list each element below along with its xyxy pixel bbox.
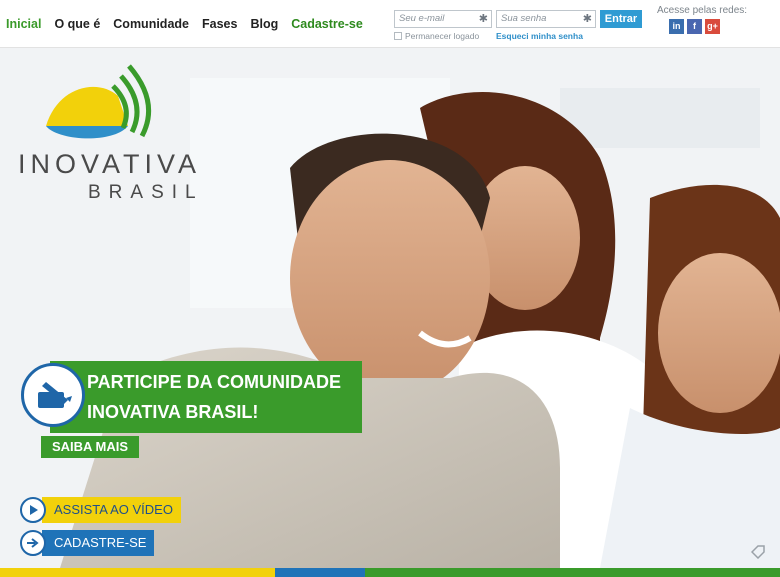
required-icon: ✱ [478,13,488,25]
watch-video-button[interactable]: ASSISTA AO VÍDEO [20,496,181,524]
main-nav: Inicial O que é Comunidade Fases Blog Ca… [6,17,363,31]
google-plus-icon[interactable]: g+ [705,19,720,34]
social-icons: in f g+ [669,19,720,34]
watch-video-label: ASSISTA AO VÍDEO [42,497,181,523]
linkedin-icon[interactable]: in [669,19,684,34]
community-banner[interactable]: PARTICIPE DA COMUNIDADE INOVATIVA BRASIL… [50,361,362,433]
remember-checkbox[interactable] [394,32,402,40]
password-field[interactable]: Sua senha ✱ [496,10,596,28]
logo-wordmark: INOVATIVA [18,149,202,179]
banner-text: PARTICIPE DA COMUNIDADE INOVATIVA BRASIL… [87,367,341,427]
banner-line-2: INOVATIVA BRASIL! [87,402,259,422]
pen-icon [21,363,85,427]
nav-item-fases[interactable]: Fases [202,17,237,31]
banner-line-1: PARTICIPE DA COMUNIDADE [87,372,342,392]
remember-label: Permanecer logado [405,31,480,41]
stripe-blue [275,568,365,577]
stripe-green [365,568,780,577]
tag-icon [751,545,765,559]
logo-subtitle: BRASIL [88,182,204,203]
saiba-mais-button[interactable]: SAIBA MAIS [41,436,139,458]
social-links: Acesse pelas redes: in f g+ [657,5,748,34]
email-field[interactable]: Seu e-mail ✱ [394,10,492,28]
login-button[interactable]: Entrar [600,10,642,28]
nav-item-cadastre-se[interactable]: Cadastre-se [291,17,363,31]
email-placeholder: Seu e-mail [399,13,445,24]
signup-label: CADASTRE-SE [42,530,155,556]
signup-icon [20,530,46,556]
hero-banner: INOVATIVA BRASIL PARTICIPE DA COMUNIDADE… [0,48,780,568]
signup-button[interactable]: CADASTRE-SE [20,529,155,557]
password-placeholder: Sua senha [501,13,547,24]
required-icon: ✱ [582,13,592,25]
nav-item-blog[interactable]: Blog [250,17,278,31]
site-header: Inicial O que é Comunidade Fases Blog Ca… [0,0,780,48]
forgot-password-link[interactable]: Esqueci minha senha [496,31,583,41]
facebook-icon[interactable]: f [687,19,702,34]
bottom-color-stripe [0,568,780,577]
social-label: Acesse pelas redes: [657,5,748,16]
nav-item-o-que-e[interactable]: O que é [54,17,100,31]
stripe-yellow [0,568,275,577]
remember-me[interactable]: Permanecer logado [394,31,479,41]
play-icon [20,497,46,523]
nav-item-inicial[interactable]: Inicial [6,17,41,31]
nav-item-comunidade[interactable]: Comunidade [113,17,189,31]
